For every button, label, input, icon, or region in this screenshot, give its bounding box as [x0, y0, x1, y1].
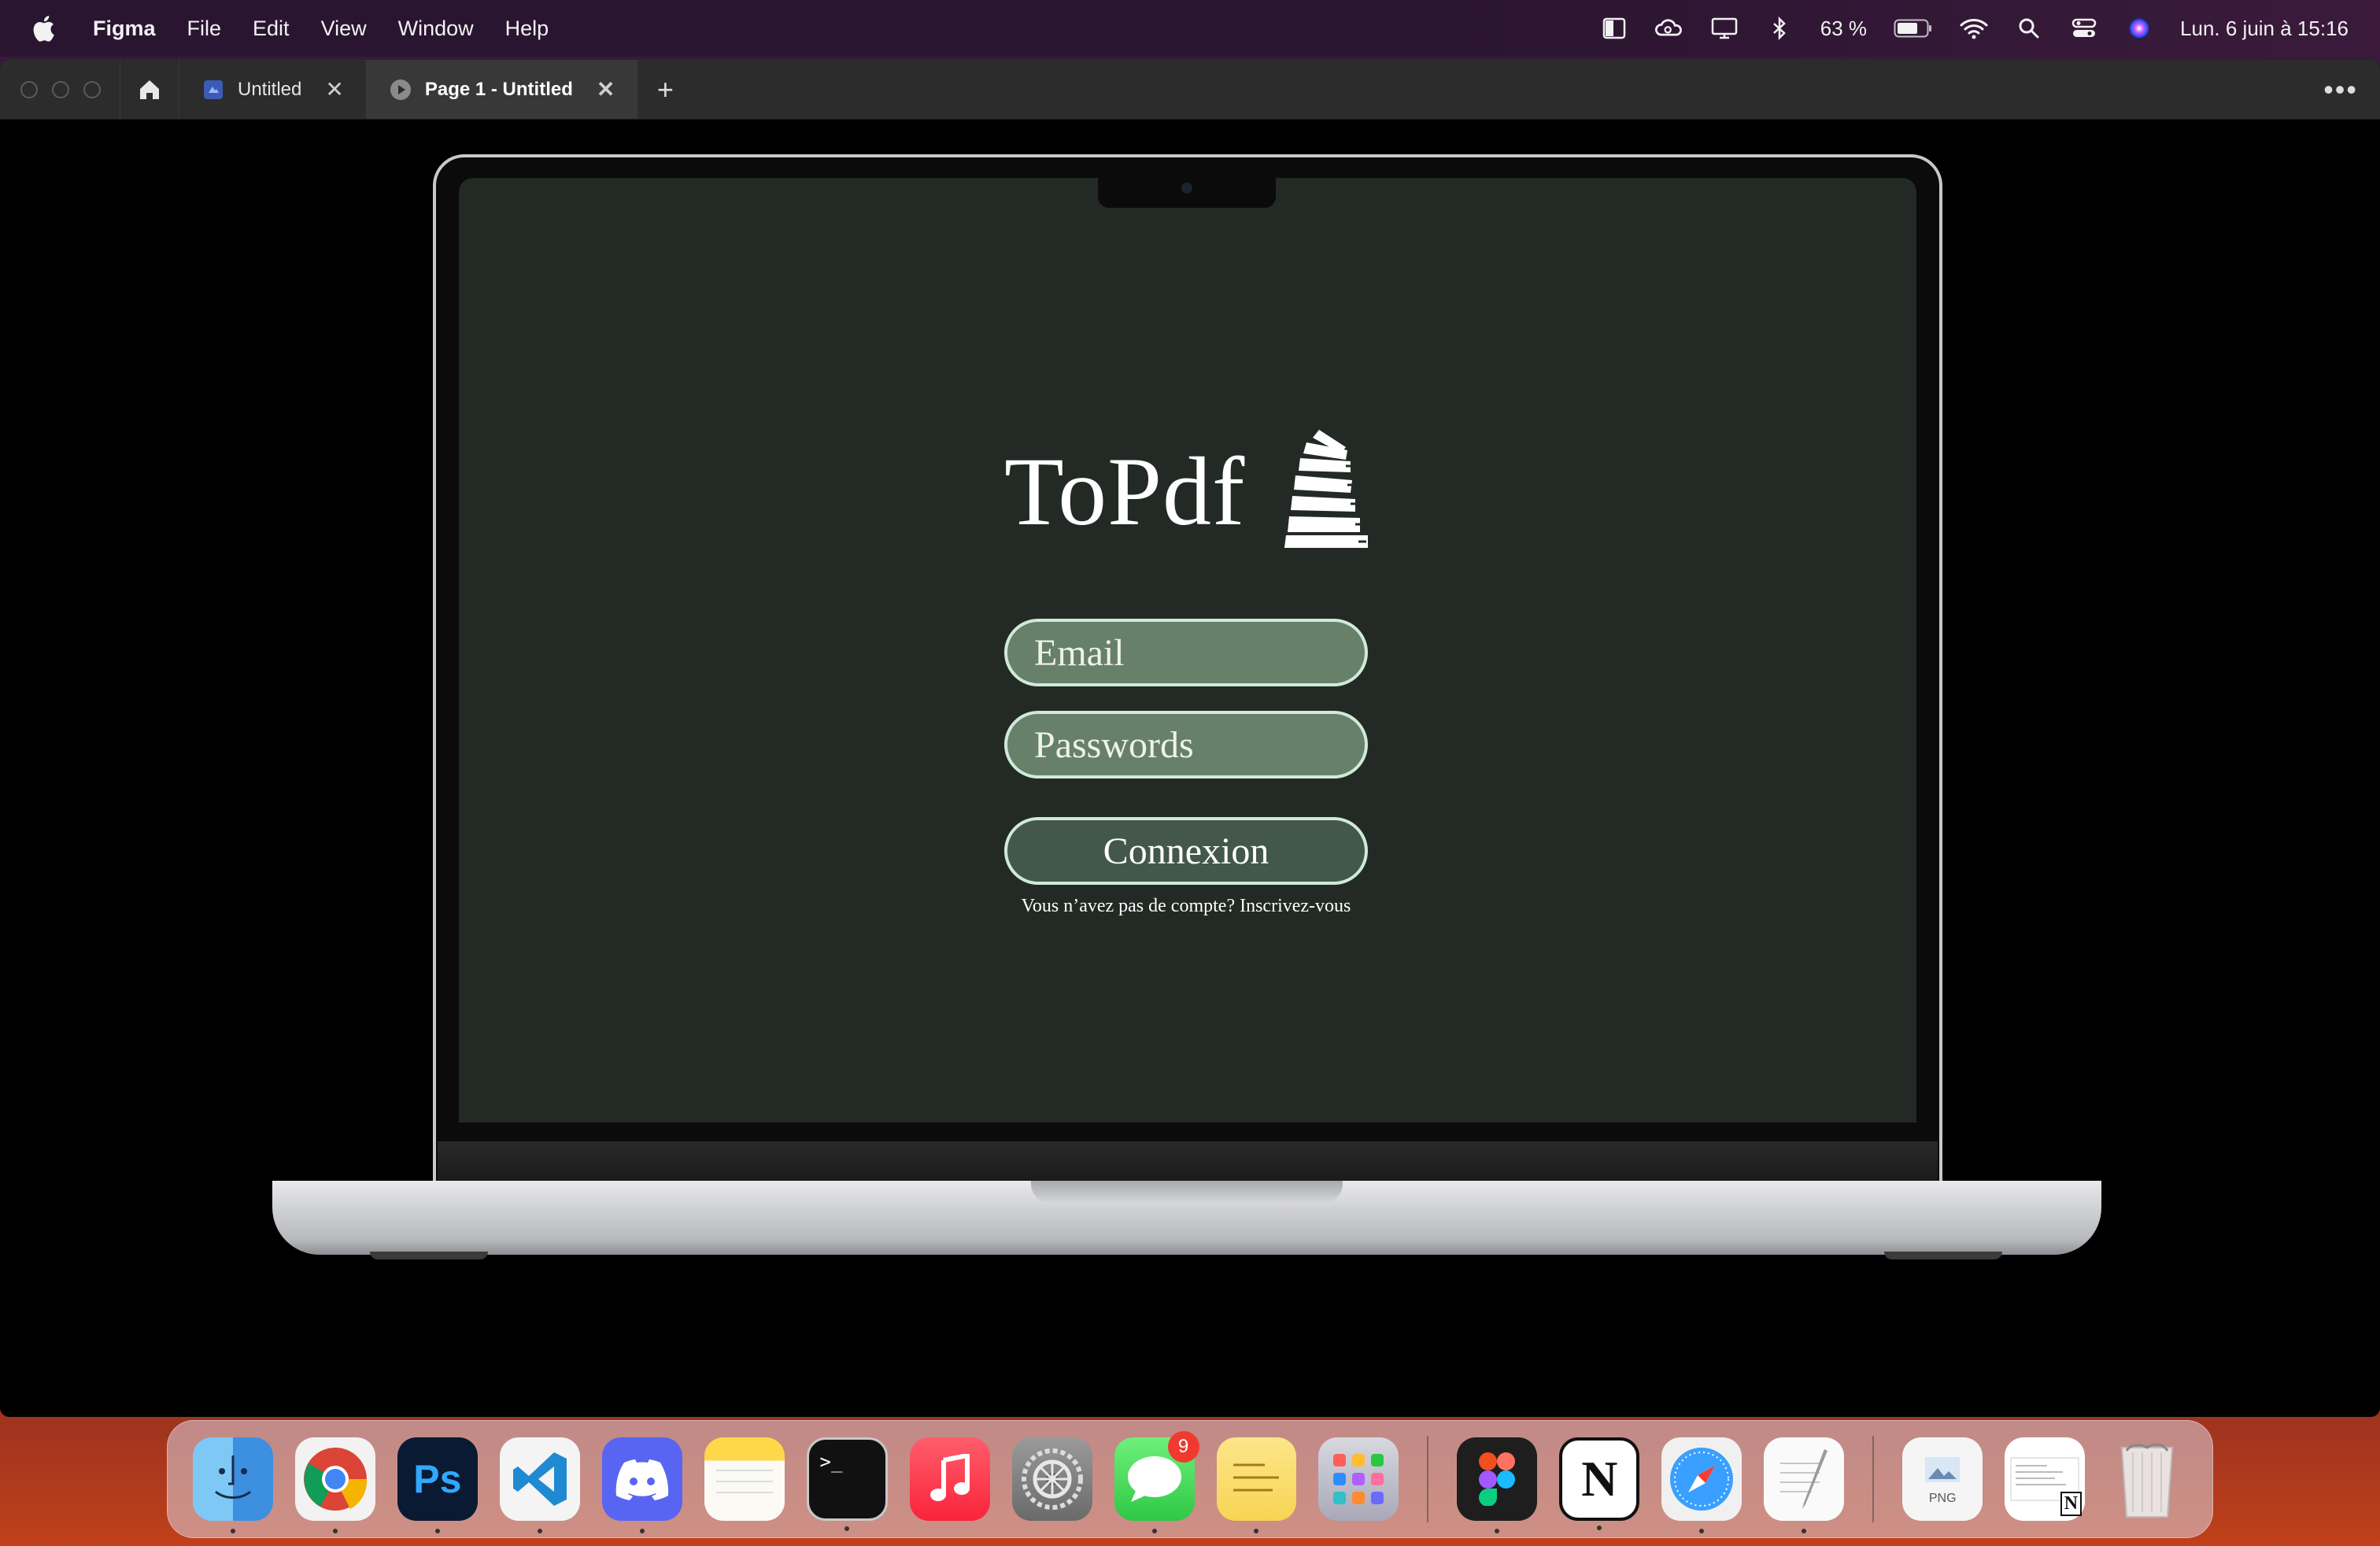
menu-app-name[interactable]: Figma	[93, 17, 156, 41]
notion-doc-label: N	[2060, 1492, 2082, 1516]
textedit-icon[interactable]	[1764, 1437, 1845, 1533]
laptop-bezel-bottom	[438, 1141, 1938, 1182]
menubar-clock[interactable]: Lun. 6 juin à 15:16	[2180, 17, 2349, 41]
camera-icon	[1181, 183, 1192, 194]
tab-label: Untitled	[238, 78, 302, 100]
home-icon	[140, 80, 159, 99]
control-center-icon[interactable]	[2070, 14, 2098, 43]
window-controls	[0, 60, 120, 119]
display-icon[interactable]	[1710, 14, 1739, 43]
menu-edit[interactable]: Edit	[253, 17, 290, 41]
new-tab-button[interactable]: +	[638, 60, 693, 119]
photoshop-label: Ps	[413, 1457, 462, 1501]
minimize-window-button[interactable]	[52, 80, 69, 98]
battery-icon[interactable]	[1894, 14, 1933, 43]
chrome-icon[interactable]	[294, 1437, 375, 1533]
finder-icon[interactable]	[193, 1437, 273, 1533]
notion-icon[interactable]: N	[1559, 1437, 1640, 1530]
trash-icon[interactable]	[2107, 1437, 2187, 1521]
tab-page-1-untitled[interactable]: Page 1 - Untitled ✕	[366, 60, 638, 119]
menu-bar: Figma File Edit View Window Help 63 % Lu…	[0, 0, 2380, 57]
laptop-foot	[370, 1252, 488, 1259]
laptop-foot	[1884, 1252, 2002, 1259]
menu-help[interactable]: Help	[505, 17, 549, 41]
email-placeholder: Email	[1034, 631, 1125, 674]
png-label: PNG	[1928, 1492, 1957, 1505]
signup-link[interactable]: Vous n’avez pas de compte? Inscrivez-vou…	[944, 896, 1428, 917]
connexion-button[interactable]: Connexion	[1004, 817, 1368, 885]
png-file-icon[interactable]: PNG	[1902, 1437, 1983, 1521]
discord-icon[interactable]	[601, 1437, 682, 1533]
spotlight-search-icon[interactable]	[2015, 14, 2043, 43]
apple-menu-icon[interactable]	[31, 14, 55, 43]
figma-icon[interactable]	[1457, 1437, 1538, 1533]
design-file-icon	[201, 78, 225, 102]
photoshop-icon[interactable]: Ps	[397, 1437, 478, 1533]
close-window-button[interactable]	[20, 80, 38, 98]
tab-close-button[interactable]: ✕	[325, 76, 343, 102]
brand-title: ToPdf	[1004, 438, 1246, 546]
dock-separator	[1872, 1436, 1875, 1522]
window-titlebar: Untitled ✕ Page 1 - Untitled ✕ + •••	[0, 60, 2380, 120]
stickies-icon[interactable]	[1216, 1437, 1297, 1533]
play-icon	[389, 78, 412, 102]
password-field[interactable]: Passwords	[1004, 711, 1368, 779]
brand-header: ToPdf	[1004, 425, 1382, 559]
sidebar-toggle-icon[interactable]	[1600, 14, 1628, 43]
zoom-window-button[interactable]	[83, 80, 101, 98]
notion-label: N	[1581, 1451, 1618, 1507]
launchpad-icon[interactable]	[1318, 1437, 1399, 1521]
dock-separator	[1427, 1436, 1429, 1522]
messages-icon[interactable]: 9	[1114, 1431, 1199, 1533]
laptop-base-notch	[1031, 1181, 1343, 1203]
home-button[interactable]	[120, 60, 179, 119]
tab-untitled[interactable]: Untitled ✕	[179, 60, 367, 119]
notion-doc-icon[interactable]: N	[2005, 1437, 2086, 1521]
tab-close-button[interactable]: ✕	[597, 76, 615, 102]
notes-icon[interactable]	[704, 1437, 785, 1521]
music-icon[interactable]	[909, 1437, 990, 1521]
email-field[interactable]: Email	[1004, 619, 1368, 686]
battery-percentage: 63 %	[1820, 16, 1868, 40]
bluetooth-icon[interactable]	[1765, 14, 1794, 43]
book-stack-icon	[1284, 430, 1369, 548]
notification-badge: 9	[1167, 1431, 1199, 1463]
tab-label: Page 1 - Untitled	[424, 78, 573, 100]
menu-file[interactable]: File	[187, 17, 222, 41]
status-area: 63 % Lun. 6 juin à 15:16	[1600, 0, 2349, 57]
more-options-button[interactable]: •••	[2323, 60, 2358, 120]
laptop-notch	[1098, 176, 1276, 208]
terminal-label: >_	[819, 1451, 843, 1473]
creative-cloud-icon[interactable]	[1654, 14, 1683, 43]
wifi-icon[interactable]	[1960, 14, 1988, 43]
vscode-icon[interactable]	[499, 1437, 580, 1533]
safari-icon[interactable]	[1661, 1437, 1743, 1533]
menu-window[interactable]: Window	[398, 17, 474, 41]
siri-icon[interactable]	[2125, 14, 2153, 43]
menu-view[interactable]: View	[321, 17, 367, 41]
terminal-icon[interactable]: >_	[806, 1437, 888, 1531]
password-placeholder: Passwords	[1034, 723, 1194, 766]
settings-icon[interactable]	[1011, 1437, 1092, 1521]
dock: Ps >_ 9 N PNG N	[167, 1420, 2213, 1538]
